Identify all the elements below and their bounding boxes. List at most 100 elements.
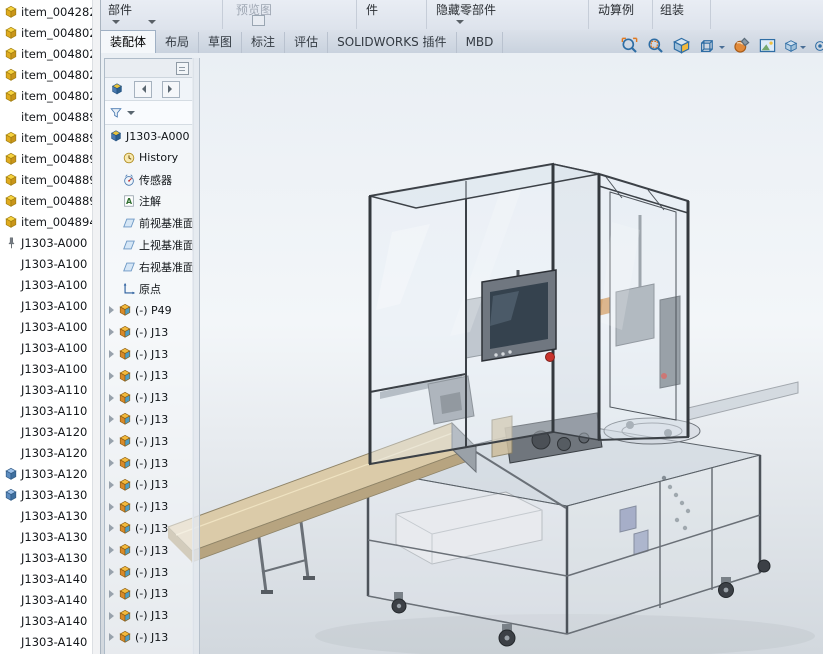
list-item[interactable]: item_004802 — [0, 85, 92, 106]
tree-item[interactable]: (-) J13 — [105, 409, 193, 431]
tree-item[interactable]: 原点 — [105, 278, 193, 300]
expand-arrow-icon[interactable] — [109, 350, 114, 358]
expand-arrow-icon[interactable] — [109, 546, 114, 554]
tree-back-button[interactable] — [134, 81, 152, 98]
tree-item[interactable]: (-) J13 — [105, 583, 193, 605]
tab-layout[interactable]: 布局 — [156, 32, 199, 53]
list-item[interactable]: J1303-A000 — [0, 232, 92, 253]
list-item[interactable]: J1303-A130 — [0, 484, 92, 505]
list-item[interactable]: J1303-A110 — [0, 379, 92, 400]
tree-item[interactable]: 右视基准面 — [105, 256, 193, 278]
tree-item[interactable]: (-) J13 — [105, 605, 193, 627]
featuremanager-tab-icon[interactable] — [110, 82, 124, 96]
dropdown-caret-icon[interactable] — [112, 20, 120, 28]
zoom-fit-button[interactable] — [620, 36, 639, 55]
view-settings-button[interactable] — [813, 39, 823, 53]
expand-arrow-icon[interactable] — [109, 633, 114, 641]
filter-funnel-icon[interactable] — [109, 106, 123, 120]
dropdown-caret-icon[interactable] — [456, 20, 464, 28]
tree-item[interactable]: (-) J13 — [105, 430, 193, 452]
list-item[interactable]: item_004889 — [0, 190, 92, 211]
expand-arrow-icon[interactable] — [109, 306, 114, 314]
list-item[interactable]: item_004894 — [0, 211, 92, 232]
section-view-button[interactable] — [672, 36, 691, 55]
tab-assembly[interactable]: 装配体 — [100, 30, 156, 53]
file-list-scrollbar[interactable] — [92, 0, 100, 654]
expand-arrow-icon[interactable] — [109, 568, 114, 576]
list-item[interactable]: J1303-A140 — [0, 610, 92, 631]
tree-item[interactable]: 传感器 — [105, 169, 193, 191]
tree-item[interactable]: (-) P49 — [105, 300, 193, 322]
list-item[interactable]: J1303-A100 — [0, 274, 92, 295]
list-item[interactable]: item_004802 — [0, 43, 92, 64]
expand-arrow-icon[interactable] — [109, 612, 114, 620]
list-item[interactable]: item_004889 — [0, 148, 92, 169]
display-pane-icon[interactable] — [176, 62, 189, 75]
tab-solidworks-addins[interactable]: SOLIDWORKS 插件 — [328, 32, 456, 53]
tree-item[interactable]: (-) J13 — [105, 452, 193, 474]
dropdown-caret-icon[interactable] — [148, 20, 156, 28]
expand-arrow-icon[interactable] — [109, 590, 114, 598]
list-item[interactable]: J1303-A120 — [0, 463, 92, 484]
edit-appearance-button[interactable] — [732, 36, 751, 55]
list-item[interactable]: J1303-A100 — [0, 295, 92, 316]
ribbon-button-smart-fastener[interactable]: 件 — [366, 1, 378, 18]
list-item[interactable]: J1303-A100 — [0, 358, 92, 379]
list-item[interactable]: J1303-A130 — [0, 505, 92, 526]
apply-scene-button[interactable] — [758, 36, 777, 55]
tree-root-item[interactable]: J1303-A000 — [105, 125, 193, 147]
expand-arrow-icon[interactable] — [109, 328, 114, 336]
expand-arrow-icon[interactable] — [109, 394, 114, 402]
list-item[interactable]: item_004802 — [0, 64, 92, 85]
expand-arrow-icon[interactable] — [109, 437, 114, 445]
tree-item[interactable]: (-) J13 — [105, 365, 193, 387]
zoom-area-button[interactable] — [646, 36, 665, 55]
graphics-viewport[interactable] — [100, 53, 823, 654]
tree-item[interactable]: 前视基准面 — [105, 212, 193, 234]
filter-caret-icon[interactable] — [127, 111, 135, 119]
tab-mbd[interactable]: MBD — [457, 32, 504, 53]
tree-item[interactable]: History — [105, 147, 193, 169]
tree-item[interactable]: (-) J13 — [105, 321, 193, 343]
expand-arrow-icon[interactable] — [109, 481, 114, 489]
list-item[interactable]: J1303-A120 — [0, 442, 92, 463]
list-item[interactable]: J1303-A130 — [0, 547, 92, 568]
tree-item[interactable]: 注解 — [105, 191, 193, 213]
list-item[interactable]: J1303-A100 — [0, 253, 92, 274]
machine-3d-model[interactable] — [100, 53, 823, 654]
tab-evaluate[interactable]: 评估 — [285, 32, 328, 53]
expand-arrow-icon[interactable] — [109, 503, 114, 511]
expand-arrow-icon[interactable] — [109, 415, 114, 423]
tree-item[interactable]: (-) J13 — [105, 539, 193, 561]
expand-arrow-icon[interactable] — [109, 524, 114, 532]
tree-item[interactable]: (-) J13 — [105, 561, 193, 583]
dropdown-caret-icon[interactable] — [800, 46, 806, 52]
tree-forward-button[interactable] — [162, 81, 180, 98]
tree-item[interactable]: (-) J13 — [105, 343, 193, 365]
expand-arrow-icon[interactable] — [109, 372, 114, 380]
list-item[interactable]: J1303-A100 — [0, 316, 92, 337]
tree-item[interactable]: (-) J13 — [105, 474, 193, 496]
list-item[interactable]: item_004802 — [0, 22, 92, 43]
panel-splitter[interactable] — [192, 58, 200, 654]
list-item[interactable]: item_004282 — [0, 1, 92, 22]
expand-arrow-icon[interactable] — [109, 459, 114, 467]
list-item[interactable]: J1303-A140 — [0, 589, 92, 610]
tree-item[interactable]: (-) J13 — [105, 496, 193, 518]
list-item[interactable]: item_004889 — [0, 106, 92, 127]
tree-item[interactable]: 上视基准面 — [105, 234, 193, 256]
view-orientation-button[interactable] — [698, 36, 725, 55]
list-item[interactable]: item_004889 — [0, 127, 92, 148]
tree-item[interactable]: (-) J13 — [105, 627, 193, 649]
ribbon-button-show-hidden-components[interactable]: 隐藏零部件 — [436, 1, 496, 18]
list-item[interactable]: J1303-A100 — [0, 337, 92, 358]
list-item[interactable]: J1303-A120 — [0, 421, 92, 442]
display-style-button[interactable] — [784, 39, 806, 53]
tree-item[interactable]: (-) J13 — [105, 387, 193, 409]
ribbon-button-motion-study[interactable]: 动算例 — [598, 1, 634, 18]
ribbon-button-assemble[interactable]: 组装 — [660, 1, 684, 18]
list-item[interactable]: item_004889 — [0, 169, 92, 190]
tab-sketch[interactable]: 草图 — [199, 32, 242, 53]
tab-markup[interactable]: 标注 — [242, 32, 285, 53]
list-item[interactable]: J1303-A140 — [0, 631, 92, 652]
